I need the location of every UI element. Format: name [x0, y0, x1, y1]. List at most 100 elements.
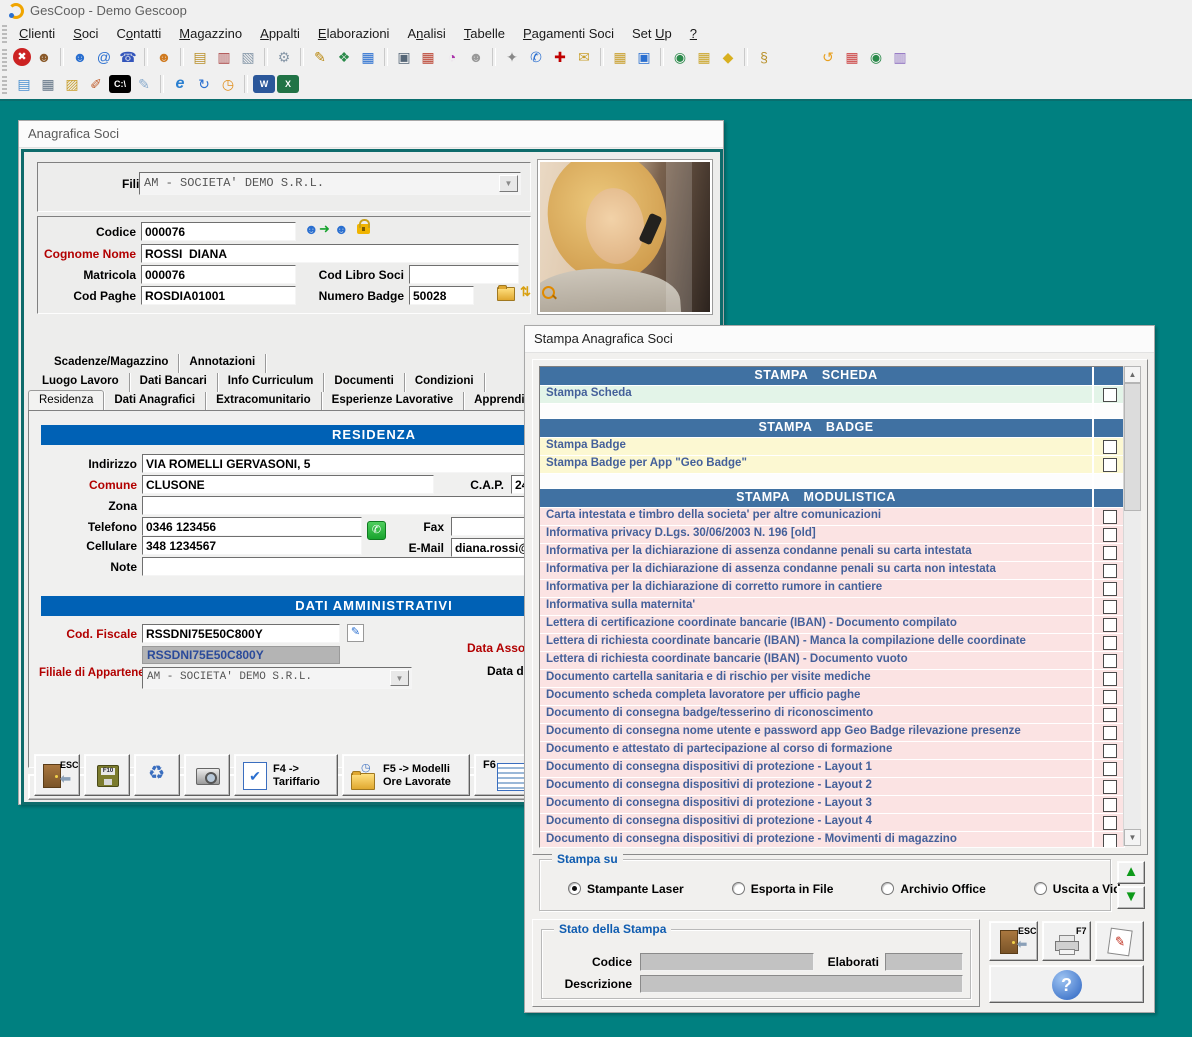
new-badge-folder-icon[interactable]	[497, 287, 515, 301]
menu-gripper[interactable]	[2, 25, 7, 44]
menu-elaborazioni[interactable]: Elaborazioni	[309, 22, 399, 41]
cod-paghe-field[interactable]	[141, 286, 296, 305]
row-checkbox[interactable]	[1103, 564, 1117, 578]
radio-dot-icon[interactable]	[568, 882, 581, 895]
phonebook-icon[interactable]: ☎	[117, 47, 139, 67]
dialog-esc-button[interactable]: ESC ⬅	[989, 921, 1038, 961]
menu-tabelle[interactable]: Tabelle	[455, 22, 514, 41]
scroll-seal-icon[interactable]: §	[753, 47, 775, 67]
row-checkbox[interactable]	[1103, 636, 1117, 650]
clipboard-icon[interactable]: ▤	[189, 47, 211, 67]
row-checkbox[interactable]	[1103, 762, 1117, 776]
tab-dati-anagrafici[interactable]: Dati Anagrafici	[104, 392, 206, 411]
calendar-icon[interactable]: ▦	[693, 47, 715, 67]
list-row[interactable]: Documento di consegna badge/tesserino di…	[540, 706, 1124, 724]
row-checkbox[interactable]	[1103, 744, 1117, 758]
user-message-icon[interactable]: ✆	[525, 47, 547, 67]
cod-fiscale-field[interactable]	[142, 624, 340, 643]
list-row[interactable]: Documento cartella sanitaria e di rischi…	[540, 670, 1124, 688]
row-checkbox[interactable]	[1103, 388, 1117, 402]
list-row[interactable]: Documento di consegna dispositivi di pro…	[540, 832, 1124, 848]
edit-cod-fiscale-icon[interactable]: ✎	[347, 624, 364, 642]
signature-icon[interactable]: ✎	[309, 47, 331, 67]
row-checkbox[interactable]	[1103, 618, 1117, 632]
filiale-appartenenza-combobox[interactable]: AM - SOCIETA' DEMO S.R.L. ▼	[142, 667, 412, 689]
row-checkbox[interactable]	[1103, 654, 1117, 668]
row-checkbox[interactable]	[1103, 672, 1117, 686]
row-checkbox[interactable]	[1103, 834, 1117, 848]
row-checkbox[interactable]	[1103, 816, 1117, 830]
row-checkbox[interactable]	[1103, 690, 1117, 704]
row-checkbox[interactable]	[1103, 546, 1117, 560]
badge-history-arrows-icon[interactable]: ⇅	[520, 284, 531, 300]
numero-badge-field[interactable]	[409, 286, 474, 305]
radio-stampante-laser[interactable]: Stampante Laser	[568, 880, 732, 897]
user-blue-icon[interactable]: ☻	[69, 47, 91, 67]
menu-clienti[interactable]: Clienti	[10, 22, 64, 41]
list-row[interactable]: Informativa privacy D.Lgs. 30/06/2003 N.…	[540, 526, 1124, 544]
toolbar2-gripper[interactable]	[2, 76, 7, 95]
list-row[interactable]: Lettera di certificazione coordinate ban…	[540, 616, 1124, 634]
tab-extracomunitario[interactable]: Extracomunitario	[206, 392, 322, 411]
excel-icon[interactable]: X	[277, 75, 299, 93]
menu-pagamenti-soci[interactable]: Pagamenti Soci	[514, 22, 623, 41]
row-checkbox[interactable]	[1103, 458, 1117, 472]
print-f7-button[interactable]: F7	[1042, 921, 1091, 961]
matricola-field[interactable]	[141, 265, 296, 284]
radio-dot-icon[interactable]	[881, 882, 894, 895]
menu-appalti[interactable]: Appalti	[251, 22, 309, 41]
radio-archivio-office[interactable]: Archivio Office	[881, 880, 1033, 897]
menu-magazzino[interactable]: Magazzino	[170, 22, 251, 41]
row-checkbox[interactable]	[1103, 582, 1117, 596]
row-checkbox[interactable]	[1103, 726, 1117, 740]
chevron-down-icon[interactable]: ▼	[499, 175, 518, 192]
whatsapp-call-icon[interactable]: ✆	[367, 521, 386, 540]
folder-search-icon[interactable]: ▨	[61, 74, 83, 94]
list-row[interactable]: Stampa Badge per App "Geo Badge"	[540, 456, 1124, 474]
email-at-icon[interactable]: @	[93, 47, 115, 67]
radio-dot-icon[interactable]	[1034, 882, 1047, 895]
tools-icon[interactable]: ✦	[501, 47, 523, 67]
member-next-arrow-icon[interactable]: ➜	[319, 221, 330, 237]
table-money-icon[interactable]: ▦	[609, 47, 631, 67]
library-icon[interactable]: ▥	[213, 47, 235, 67]
radio-uscita-a-video[interactable]: Uscita a Video	[1034, 880, 1183, 897]
row-checkbox[interactable]	[1103, 510, 1117, 524]
cod-libro-soci-field[interactable]	[409, 265, 519, 284]
move-down-button[interactable]: ▼	[1117, 886, 1145, 909]
list-scrollbar[interactable]: ▲ ▼	[1123, 366, 1141, 846]
menu-analisi[interactable]: Analisi	[398, 22, 454, 41]
gescoop-sync-icon[interactable]: ↺	[817, 47, 839, 67]
list-row[interactable]: Carta intestata e timbro della societa' …	[540, 508, 1124, 526]
save-icon[interactable]: ▣	[633, 47, 655, 67]
sync-mail-icon[interactable]: ↻	[193, 74, 215, 94]
esc-button[interactable]: ESC ⬅	[34, 754, 80, 796]
cognome-nome-field[interactable]	[141, 244, 519, 263]
user-orange-icon[interactable]: ☻	[153, 47, 175, 67]
toolbar1-gripper[interactable]	[2, 49, 7, 71]
scroll-up-icon[interactable]: ▲	[1124, 366, 1141, 383]
list-row[interactable]: Documento di consegna dispositivi di pro…	[540, 796, 1124, 814]
edit-note-button[interactable]: ✎	[1095, 921, 1144, 961]
list-row[interactable]: Documento di consegna dispositivi di pro…	[540, 814, 1124, 832]
calculator-icon[interactable]: ▦	[37, 74, 59, 94]
list-row[interactable]: Lettera di richiesta coordinate bancarie…	[540, 652, 1124, 670]
row-checkbox[interactable]	[1103, 798, 1117, 812]
telefono-field[interactable]	[142, 517, 362, 536]
badge-search-icon[interactable]	[541, 285, 557, 301]
globe-sync-icon[interactable]: ◉	[669, 47, 691, 67]
list-row[interactable]: Informativa sulla maternita'	[540, 598, 1124, 616]
row-checkbox[interactable]	[1103, 708, 1117, 722]
mail-open-icon[interactable]: ✉	[573, 47, 595, 67]
notepad-icon[interactable]: ✎	[133, 74, 155, 94]
list-row[interactable]: Stampa Scheda	[540, 386, 1124, 404]
codice-field[interactable]	[141, 222, 296, 241]
chevron-down-icon[interactable]: ▼	[390, 670, 409, 686]
doc-search-icon[interactable]: ▣	[393, 47, 415, 67]
clock-icon[interactable]: ◷	[217, 74, 239, 94]
member-photo[interactable]	[538, 160, 712, 314]
list-row[interactable]: Documento scheda completa lavoratore per…	[540, 688, 1124, 706]
list-row[interactable]: Informativa per la dichiarazione di asse…	[540, 562, 1124, 580]
cellulare-field[interactable]	[142, 536, 362, 555]
list-row[interactable]: Informativa per la dichiarazione di corr…	[540, 580, 1124, 598]
